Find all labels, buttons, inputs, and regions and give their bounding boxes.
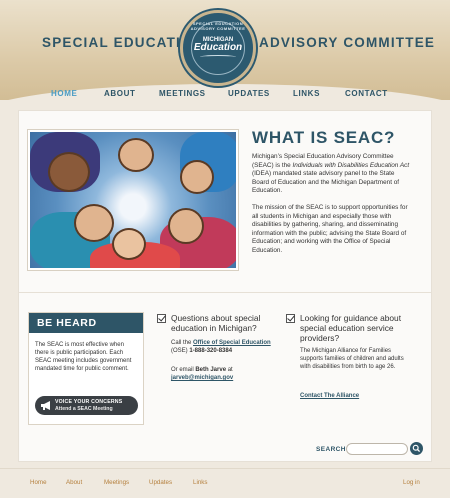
- search-input[interactable]: [346, 443, 408, 455]
- photo-face: [74, 204, 114, 242]
- guidance-link-wrap: Contact The Alliance: [300, 392, 359, 400]
- footer-link-about[interactable]: About: [66, 479, 82, 486]
- photo-face: [118, 138, 154, 172]
- photo-face: [180, 160, 214, 194]
- be-heard-text: The SEAC is most effective when there is…: [35, 342, 132, 372]
- search-button[interactable]: [410, 442, 423, 455]
- nav-about[interactable]: ABOUT: [104, 89, 135, 98]
- contact-name: Beth Jarve: [195, 367, 227, 373]
- questions-email-text: Or email Beth Jarve at jarveb@michigan.g…: [171, 367, 234, 381]
- nav-updates[interactable]: UPDATES: [228, 89, 270, 98]
- seal-ring-text: SPECIAL EDUCATION ADVISORY COMMITTEE: [190, 21, 246, 31]
- checkmark-icon: [157, 314, 166, 323]
- ose-link[interactable]: Office of Special Education: [193, 340, 271, 346]
- section-divider: [18, 292, 432, 293]
- intro-paragraph-1: Michigan’s Special Education Advisory Co…: [252, 153, 410, 195]
- be-heard-heading: BE HEARD: [29, 313, 143, 333]
- hero-photo-children: [28, 130, 238, 270]
- guidance-heading: Looking for guidance about special educa…: [300, 313, 402, 343]
- footer-link-meetings[interactable]: Meetings: [104, 479, 129, 486]
- checkmark-icon: [286, 314, 295, 323]
- nav-meetings[interactable]: MEETINGS: [159, 89, 206, 98]
- page-title: WHAT IS SEAC?: [252, 128, 396, 147]
- questions-call-text: Call the Office of Special Education (OS…: [171, 340, 271, 354]
- main-nav: HOME ABOUT MEETINGS UPDATES LINKS CONTAC…: [0, 84, 450, 108]
- voice-concerns-button[interactable]: VOICE YOUR CONCERNS Attend a SEAC Meetin…: [35, 396, 138, 415]
- questions-heading: Questions about special education in Mic…: [171, 313, 261, 333]
- email-link[interactable]: jarveb@michigan.gov: [171, 375, 233, 381]
- be-heard-box: BE HEARD The SEAC is most effective when…: [28, 312, 144, 425]
- seal-wave-icon: [200, 55, 236, 59]
- intro-paragraph-2: The mission of the SEAC is to support op…: [252, 203, 408, 254]
- nav-home[interactable]: HOME: [51, 89, 77, 98]
- intro-text: Michigan’s Special Education Advisory Co…: [252, 153, 410, 264]
- footer-link-links[interactable]: Links: [193, 479, 207, 486]
- photo-face: [168, 208, 204, 244]
- footer-divider: [0, 468, 450, 469]
- footer-link-updates[interactable]: Updates: [149, 479, 172, 486]
- ose-phone: 1-888-320-8384: [189, 348, 233, 354]
- seac-logo[interactable]: SPECIAL EDUCATION ADVISORY COMMITTEE MIC…: [180, 10, 256, 86]
- contact-alliance-link[interactable]: Contact The Alliance: [300, 393, 359, 399]
- photo-face: [112, 228, 146, 260]
- nav-links[interactable]: LINKS: [293, 89, 320, 98]
- search-label: SEARCH: [316, 446, 346, 453]
- megaphone-icon: [41, 401, 50, 410]
- photo-face: [48, 152, 90, 192]
- seal-education-text: Education: [193, 42, 243, 53]
- nav-contact[interactable]: CONTACT: [345, 89, 388, 98]
- site-title-right: ADVISORY COMMITTEE: [259, 35, 436, 50]
- guidance-text: The Michigan Alliance for Families suppo…: [300, 348, 404, 370]
- footer-login-link[interactable]: Log in: [403, 479, 420, 486]
- voice-button-label: VOICE YOUR CONCERNS: [55, 399, 123, 405]
- footer-link-home[interactable]: Home: [30, 479, 47, 486]
- search-icon: [412, 444, 421, 453]
- voice-button-sublabel: Attend a SEAC Meeting: [55, 406, 113, 412]
